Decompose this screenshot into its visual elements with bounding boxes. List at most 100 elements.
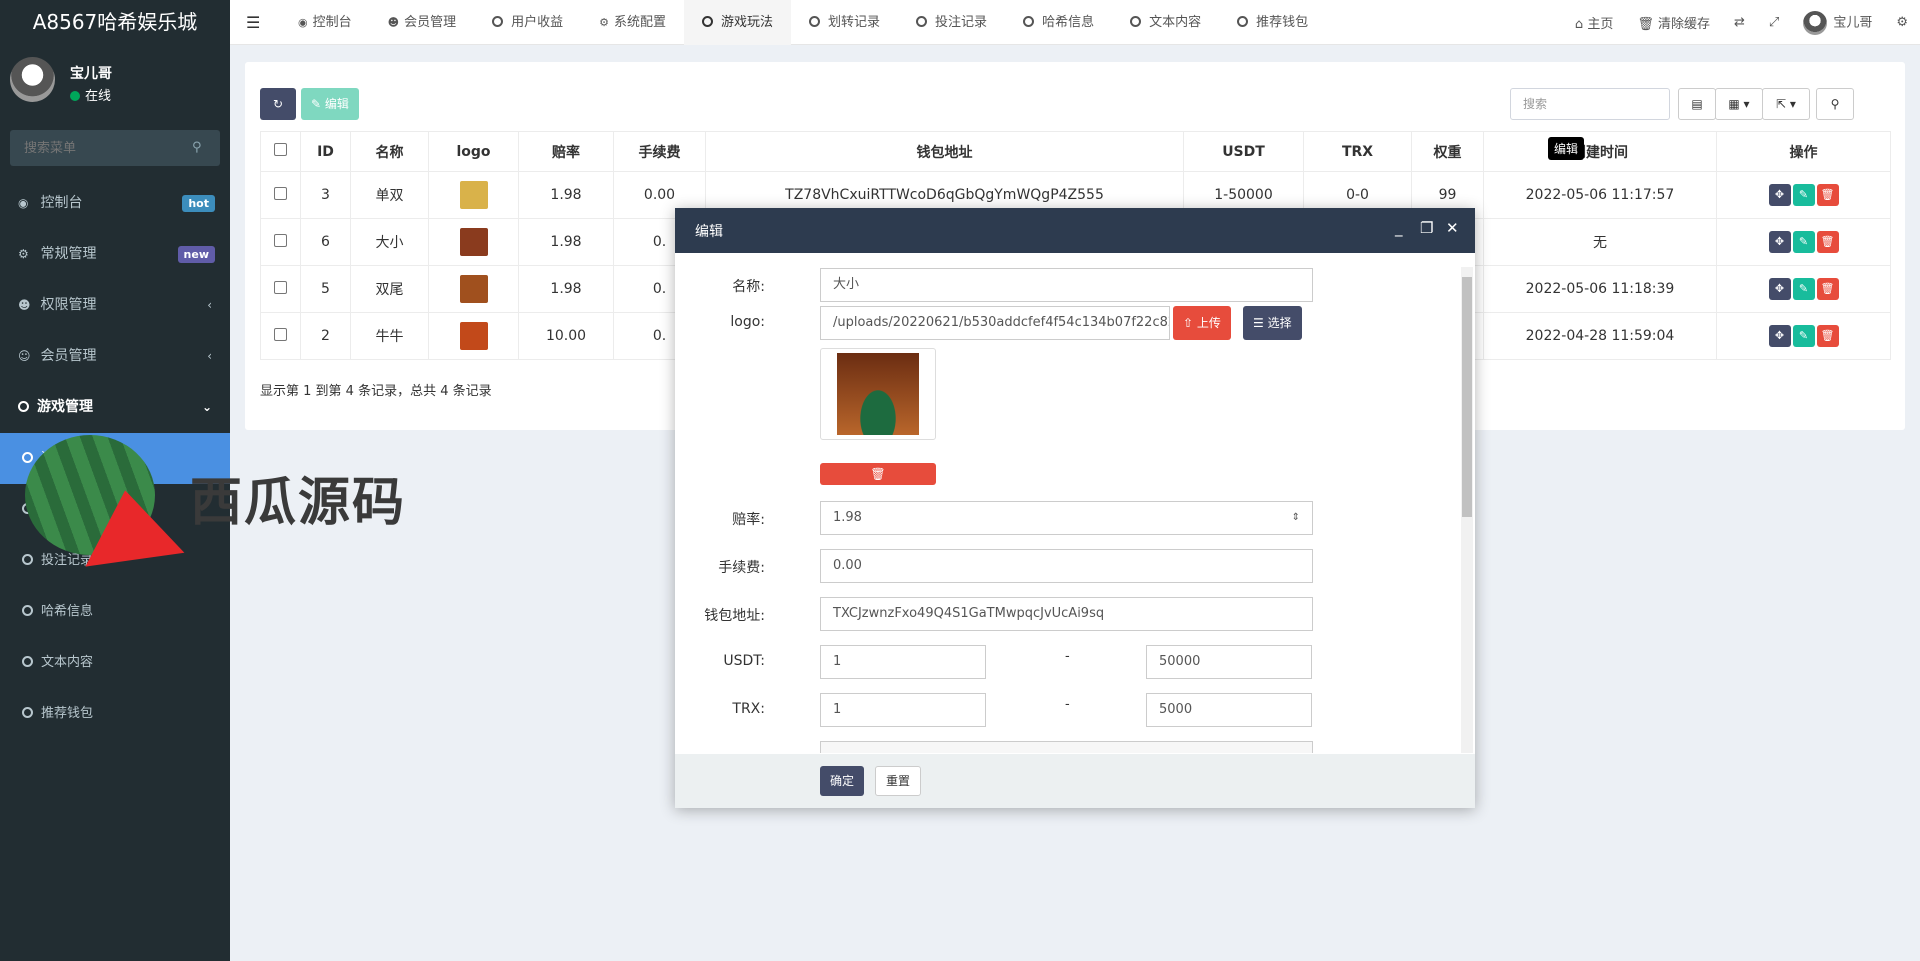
status-text: 在线 xyxy=(85,89,112,104)
column-header[interactable]: TRX xyxy=(1303,131,1412,172)
sidebar-item-label: 控制台 xyxy=(40,195,83,211)
logo-thumbnail[interactable] xyxy=(459,228,488,256)
sidebar-item-text-content[interactable]: 文本内容 xyxy=(0,637,230,688)
edit-button[interactable]: ✎ 编辑 xyxy=(301,88,359,120)
clear-cache-button[interactable]: 🗑 清除缓存 xyxy=(1625,13,1722,32)
tab-dashboard[interactable]: ◉ 控制台 xyxy=(280,0,370,45)
actions-cell: ✥ ✎ 🗑 xyxy=(1716,171,1891,219)
logo-input[interactable]: /uploads/20220621/b530addcfef4f54c134b07… xyxy=(820,306,1170,340)
wallet-input[interactable]: TXCJzwnzFxo49Q4S1GaTMwpqcJvUcAi9sq xyxy=(820,597,1313,631)
move-button[interactable]: ✥ xyxy=(1768,184,1791,206)
fee-input[interactable]: 0.00 xyxy=(820,549,1313,583)
remove-logo-button[interactable]: 🗑 xyxy=(820,463,936,485)
odds-cell: 10.00 xyxy=(518,312,614,360)
row-checkbox[interactable] xyxy=(274,233,287,247)
translate-icon[interactable]: ⇄ xyxy=(1722,15,1757,30)
delete-button[interactable]: 🗑 xyxy=(1816,184,1839,206)
row-checkbox[interactable] xyxy=(274,327,287,341)
logo-label: logo: xyxy=(730,314,765,330)
column-header[interactable]: logo xyxy=(428,131,519,172)
column-header[interactable]: 手续费 xyxy=(613,131,706,172)
spinner-icon[interactable]: ⇕ xyxy=(1292,502,1300,534)
circle-icon xyxy=(18,401,29,412)
edit-tooltip: 编辑 xyxy=(1548,137,1585,160)
fullscreen-icon[interactable]: ⤢ xyxy=(1757,15,1791,30)
sidebar-search-input[interactable] xyxy=(10,130,190,166)
column-header[interactable]: ID xyxy=(300,131,351,172)
hot-badge: hot xyxy=(182,195,215,212)
edit-row-button[interactable]: ✎ xyxy=(1792,278,1815,300)
user-menu[interactable]: 宝儿哥 xyxy=(1791,10,1884,35)
column-header[interactable]: 赔率 xyxy=(518,131,614,172)
export-button[interactable]: ⇱ ▾ xyxy=(1762,88,1810,120)
edit-row-button[interactable]: ✎ xyxy=(1792,184,1815,206)
close-icon[interactable]: ✕ xyxy=(1446,219,1459,237)
delete-button[interactable]: 🗑 xyxy=(1816,278,1839,300)
trx-max-input[interactable]: 5000 xyxy=(1146,693,1312,727)
usdt-max-input[interactable]: 50000 xyxy=(1146,645,1312,679)
maximize-icon[interactable]: ❐ xyxy=(1420,219,1433,237)
column-header[interactable]: USDT xyxy=(1183,131,1304,172)
row-checkbox[interactable] xyxy=(274,186,287,200)
gears-icon[interactable]: ⚙ xyxy=(1884,15,1920,30)
logo-thumbnail[interactable] xyxy=(459,275,488,303)
row-checkbox[interactable] xyxy=(274,280,287,294)
tab-user-income[interactable]: 用户收益 xyxy=(474,0,581,45)
sidebar-item-hash-info[interactable]: 哈希信息 xyxy=(0,586,230,637)
modal-scrollbar[interactable] xyxy=(1461,267,1473,753)
circle-icon xyxy=(1237,16,1249,27)
sidebar-item-general[interactable]: ⚙ 常规管理 new xyxy=(0,229,230,280)
sidebar-item-referral-wallet[interactable]: 推荐钱包 xyxy=(0,688,230,739)
sidebar-item-dashboard[interactable]: ◉ 控制台 hot xyxy=(0,178,230,229)
delete-button[interactable]: 🗑 xyxy=(1816,325,1839,347)
name-input[interactable]: 大小 xyxy=(820,268,1313,302)
scrollbar-thumb[interactable] xyxy=(1462,277,1472,517)
column-header[interactable]: 权重 xyxy=(1411,131,1484,172)
trx-min-input[interactable]: 1 xyxy=(820,693,986,727)
upload-button[interactable]: ⇧ 上传 xyxy=(1173,306,1231,340)
search-icon[interactable]: ⚲ xyxy=(192,140,206,155)
search-button[interactable]: ⚲ xyxy=(1816,88,1854,120)
sidebar-item-permissions[interactable]: ☻ 权限管理 ‹ xyxy=(0,280,230,331)
tab-transfer[interactable]: 划转记录 xyxy=(791,0,898,45)
tab-hash-info[interactable]: 哈希信息 xyxy=(1005,0,1112,45)
table-search-input[interactable]: 搜索 xyxy=(1510,88,1670,120)
sidebar-item-games[interactable]: 游戏管理 ⌄ xyxy=(0,382,230,433)
move-button[interactable]: ✥ xyxy=(1768,278,1791,300)
tab-game-play[interactable]: 游戏玩法 xyxy=(684,0,792,45)
confirm-button[interactable]: 确定 xyxy=(820,766,865,796)
select-all-checkbox[interactable] xyxy=(274,143,287,156)
edit-row-button[interactable]: ✎ xyxy=(1792,231,1815,253)
toggle-view-button[interactable]: ▤ xyxy=(1678,88,1716,120)
usdt-min-input[interactable]: 1 xyxy=(820,645,986,679)
sidebar-item-members[interactable]: ☺ 会员管理 ‹ xyxy=(0,331,230,382)
minimize-icon[interactable]: _ xyxy=(1395,219,1403,237)
editor-toolbar[interactable] xyxy=(820,741,1313,753)
column-header[interactable]: 钱包地址 xyxy=(705,131,1184,172)
select-button[interactable]: ☰ 选择 xyxy=(1243,306,1302,340)
menu-toggle-icon[interactable]: ☰ xyxy=(246,13,260,32)
logo-thumbnail[interactable] xyxy=(459,322,488,350)
name-row: 名称: 大小 xyxy=(675,268,1455,302)
delete-button[interactable]: 🗑 xyxy=(1816,231,1839,253)
tab-bets[interactable]: 投注记录 xyxy=(898,0,1005,45)
refresh-button[interactable]: ↻ xyxy=(260,88,296,120)
odds-input[interactable]: 1.98 ⇕ xyxy=(820,501,1313,535)
odds-value: 1.98 xyxy=(833,510,862,525)
column-header: 操作 xyxy=(1716,131,1891,172)
home-link[interactable]: ⌂ 主页 xyxy=(1563,13,1625,32)
move-button[interactable]: ✥ xyxy=(1768,325,1791,347)
logo-thumbnail[interactable] xyxy=(459,181,488,209)
tab-system-config[interactable]: ⚙ 系统配置 xyxy=(581,0,684,45)
column-header[interactable]: 创建时间 xyxy=(1483,131,1717,172)
reset-button[interactable]: 重置 xyxy=(875,766,922,796)
app-logo[interactable]: A8567哈希娱乐城 xyxy=(0,0,230,45)
circle-icon xyxy=(809,16,821,27)
tab-members[interactable]: ☻ 会员管理 xyxy=(370,0,474,45)
columns-button[interactable]: ▦ ▾ xyxy=(1715,88,1763,120)
tab-referral-wallet[interactable]: 推荐钱包 xyxy=(1219,0,1326,45)
move-button[interactable]: ✥ xyxy=(1768,231,1791,253)
column-header[interactable]: 名称 xyxy=(350,131,429,172)
edit-row-button[interactable]: ✎ xyxy=(1792,325,1815,347)
tab-text-content[interactable]: 文本内容 xyxy=(1112,0,1219,45)
